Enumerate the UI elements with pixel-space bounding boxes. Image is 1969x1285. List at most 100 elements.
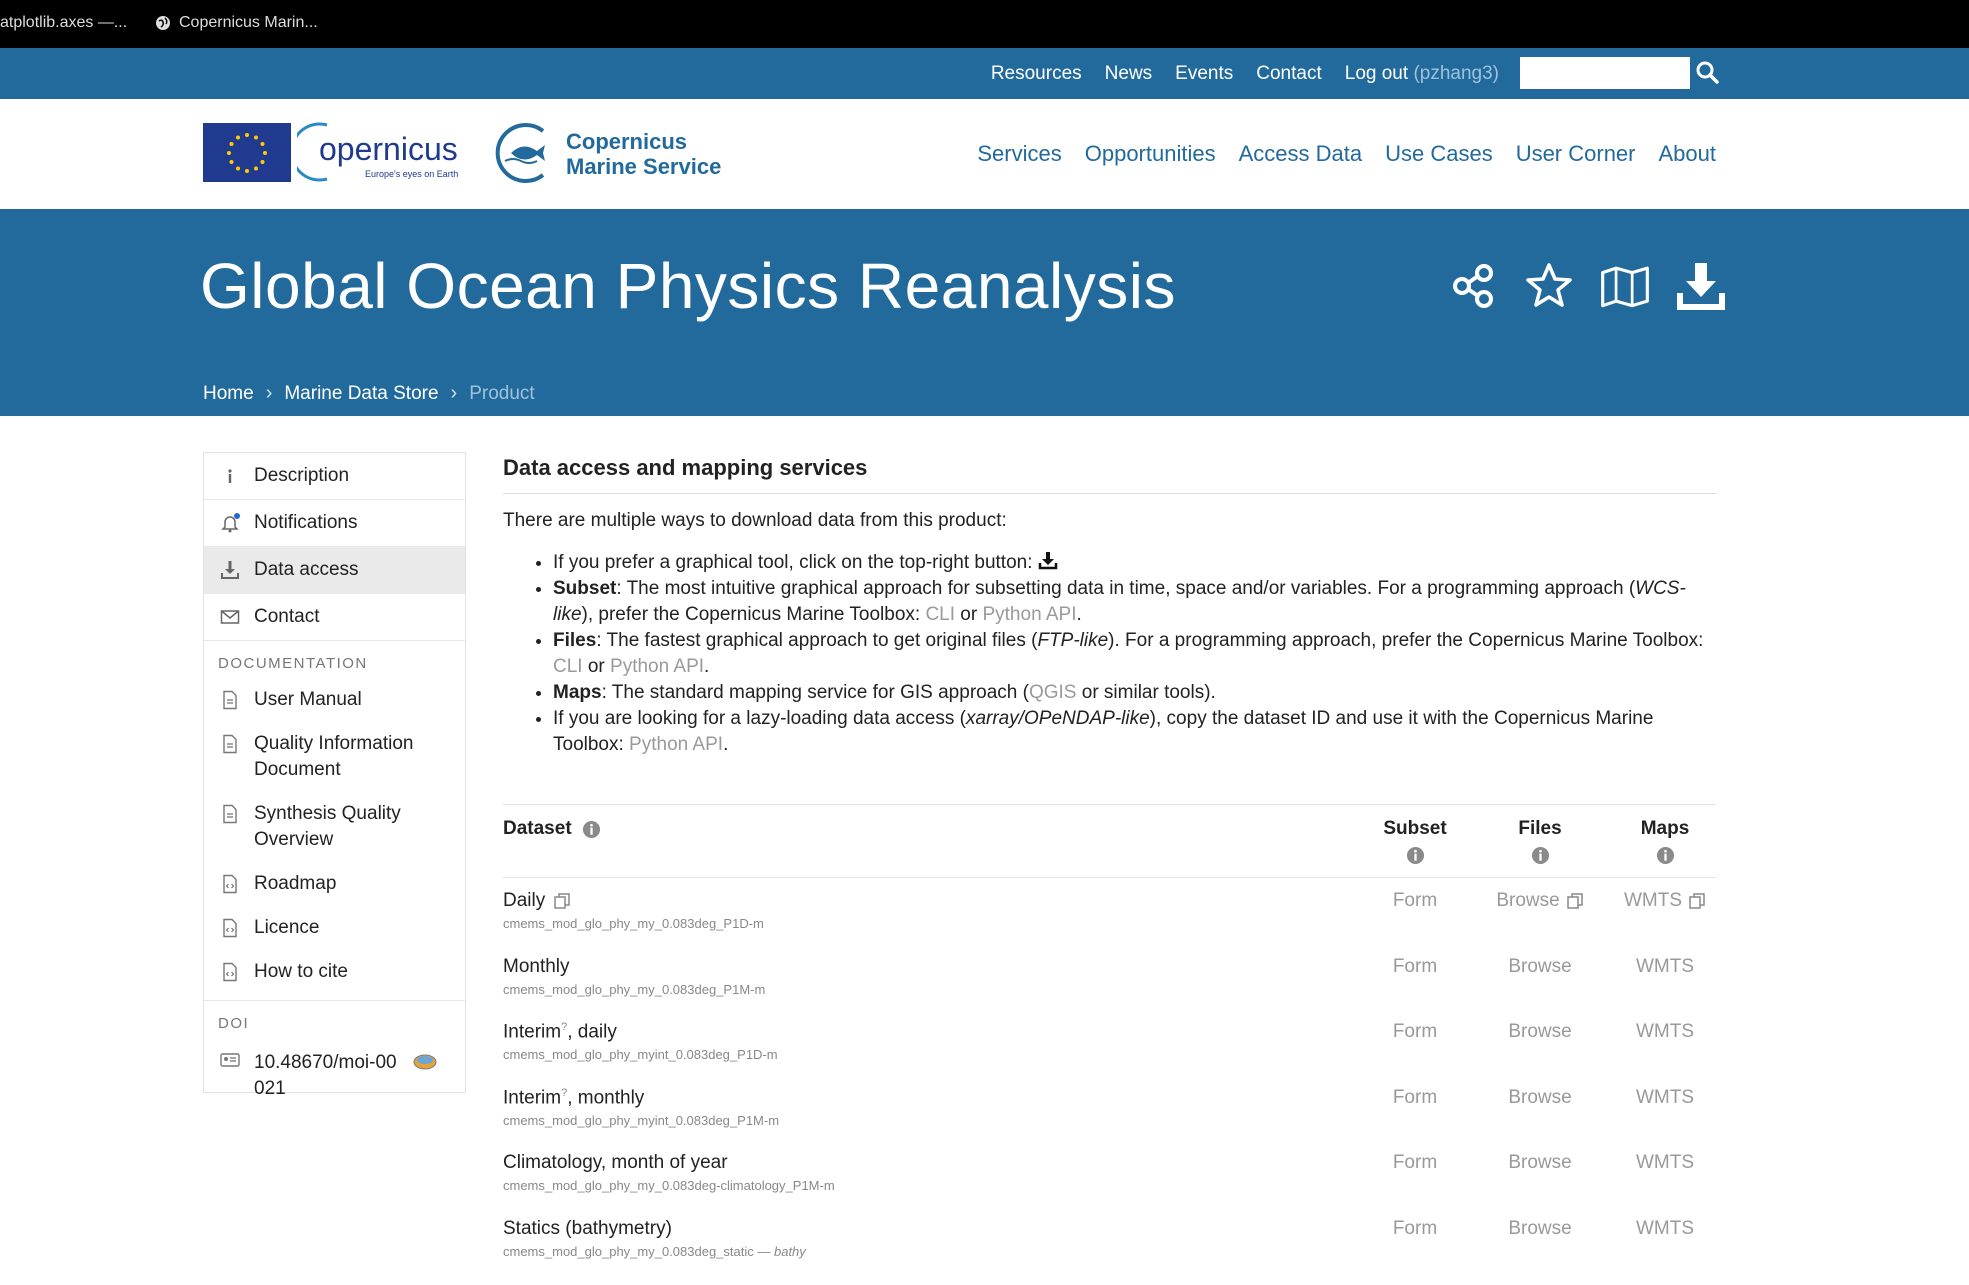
cli-link[interactable]: CLI xyxy=(925,604,955,625)
cli-link[interactable]: CLI xyxy=(553,656,583,677)
download-icon[interactable] xyxy=(1038,552,1058,570)
subset-form-link[interactable]: Form xyxy=(1365,1152,1465,1174)
copernicus-logo[interactable]: opernicus Europe's eyes on Earth xyxy=(297,117,469,187)
files-browse-link[interactable]: Browse xyxy=(1490,1087,1590,1109)
list-item: Subset: The most intuitive graphical app… xyxy=(553,576,1716,628)
doc-link-how-to-cite[interactable]: How to cite xyxy=(204,950,465,994)
nav-use-cases[interactable]: Use Cases xyxy=(1385,141,1493,167)
bullet-emphasis: FTP-like xyxy=(1037,630,1109,651)
globe-icon xyxy=(156,16,170,30)
bullet-text: If you are looking for a lazy-loading da… xyxy=(553,708,966,729)
star-icon[interactable] xyxy=(1524,261,1574,311)
utility-link-resources[interactable]: Resources xyxy=(991,63,1082,85)
doc-link-licence[interactable]: Licence xyxy=(204,906,465,950)
files-browse-link[interactable]: Browse xyxy=(1490,1152,1590,1174)
table-row: Interim?, daily cmems_mod_glo_phy_myint_… xyxy=(503,1009,1716,1075)
bell-icon xyxy=(221,513,240,533)
breadcrumb-marine-data-store[interactable]: Marine Data Store xyxy=(284,383,438,405)
utility-link-contact[interactable]: Contact xyxy=(1256,63,1321,85)
table-row: Climatology, month of year cmems_mod_glo… xyxy=(503,1140,1716,1206)
sidebar-item-data-access[interactable]: Data access xyxy=(204,547,465,594)
nav-user-corner[interactable]: User Corner xyxy=(1516,141,1636,167)
sidebar-item-description[interactable]: Description xyxy=(204,453,465,500)
nav-about[interactable]: About xyxy=(1659,141,1717,167)
chevron-right-icon: › xyxy=(450,382,458,404)
username: (pzhang3) xyxy=(1413,63,1499,84)
doi-value[interactable]: 10.48670/moi-00021 xyxy=(254,1050,404,1102)
info-icon[interactable] xyxy=(1656,846,1675,865)
doi-logo-icon[interactable] xyxy=(412,1052,438,1072)
files-browse-link[interactable]: Browse xyxy=(1490,890,1590,912)
subset-form-link[interactable]: Form xyxy=(1365,956,1465,978)
breadcrumb: Home › Marine Data Store › Product xyxy=(203,382,535,405)
files-browse-link[interactable]: Browse xyxy=(1490,1218,1590,1240)
envelope-icon xyxy=(220,610,240,624)
nav-access-data[interactable]: Access Data xyxy=(1239,141,1363,167)
nav-services[interactable]: Services xyxy=(977,141,1061,167)
dataset-name: Climatology, month of year xyxy=(503,1152,728,1174)
dataset-name-label: Statics (bathymetry) xyxy=(503,1217,672,1239)
utility-link-events[interactable]: Events xyxy=(1175,63,1233,85)
dataset-name-label: Climatology, month of year xyxy=(503,1152,728,1174)
files-browse-link[interactable]: Browse xyxy=(1490,956,1590,978)
subset-form-link[interactable]: Form xyxy=(1365,1218,1465,1240)
product-sidebar: Description Notifications Data access Co… xyxy=(203,452,466,1099)
search-input[interactable] xyxy=(1520,57,1690,89)
logout-link[interactable]: Log out (pzhang3) xyxy=(1345,63,1499,85)
python-api-link[interactable]: Python API xyxy=(629,734,723,755)
utility-link-news[interactable]: News xyxy=(1105,63,1153,85)
cell-label: Browse xyxy=(1508,1086,1572,1108)
utility-nav: Resources News Events Contact Log out (p… xyxy=(991,63,1499,85)
dataset-name: Daily xyxy=(503,890,571,912)
python-api-link[interactable]: Python API xyxy=(610,656,704,677)
files-browse-link[interactable]: Browse xyxy=(1490,1021,1590,1043)
doc-link-user-manual[interactable]: User Manual xyxy=(204,678,465,722)
subset-form-link[interactable]: Form xyxy=(1365,1021,1465,1043)
documentation-list: User Manual Quality Information Document… xyxy=(204,678,465,1001)
dataset-name: Interim?, monthly xyxy=(503,1087,644,1109)
browser-tab[interactable]: Copernicus Marin... xyxy=(155,14,318,32)
map-icon[interactable] xyxy=(1600,261,1650,311)
eu-flag-logo[interactable] xyxy=(203,123,291,182)
nav-opportunities[interactable]: Opportunities xyxy=(1085,141,1216,167)
maps-wmts-link[interactable]: WMTS xyxy=(1615,1087,1715,1109)
copy-icon[interactable] xyxy=(1688,892,1706,910)
search-icon[interactable] xyxy=(1695,59,1721,87)
dataset-name-label: Daily xyxy=(503,890,546,911)
marine-service-logo[interactable] xyxy=(493,121,555,185)
document-icon xyxy=(223,804,237,824)
main-nav: Services Opportunities Access Data Use C… xyxy=(977,141,1716,167)
bullet-text: ), prefer the Copernicus Marine Toolbox: xyxy=(581,604,926,625)
code-file-icon xyxy=(223,874,237,894)
maps-wmts-link[interactable]: WMTS xyxy=(1615,956,1715,978)
bullet-text: : The fastest graphical approach to get … xyxy=(596,630,1038,651)
download-icon[interactable] xyxy=(1676,261,1726,311)
cell-label: Form xyxy=(1392,890,1438,911)
maps-wmts-link[interactable]: WMTS xyxy=(1615,1218,1715,1240)
page-title: Global Ocean Physics Reanalysis xyxy=(200,250,1176,322)
copy-icon[interactable] xyxy=(1566,892,1584,910)
qgis-link[interactable]: QGIS xyxy=(1029,682,1077,703)
info-icon[interactable] xyxy=(1406,846,1425,865)
browser-tab[interactable]: atplotlib.axes —... xyxy=(0,14,127,32)
copy-icon[interactable] xyxy=(553,892,571,910)
cell-label: Form xyxy=(1392,1152,1438,1174)
python-api-link[interactable]: Python API xyxy=(982,604,1076,625)
subset-form-link[interactable]: Form xyxy=(1365,890,1465,912)
list-item: Maps: The standard mapping service for G… xyxy=(553,680,1716,706)
intro-text: There are multiple ways to download data… xyxy=(503,510,1007,531)
info-icon[interactable] xyxy=(582,820,601,839)
maps-wmts-link[interactable]: WMTS xyxy=(1615,1021,1715,1043)
breadcrumb-home[interactable]: Home xyxy=(203,383,254,405)
maps-wmts-link[interactable]: WMTS xyxy=(1615,890,1715,912)
doc-link-roadmap[interactable]: Roadmap xyxy=(204,862,465,906)
sidebar-item-contact[interactable]: Contact xyxy=(204,594,465,641)
cell-label: WMTS xyxy=(1635,1152,1695,1174)
subset-form-link[interactable]: Form xyxy=(1365,1087,1465,1109)
doc-link-synthesis-quality[interactable]: Synthesis Quality Overview xyxy=(204,792,465,862)
maps-wmts-link[interactable]: WMTS xyxy=(1615,1152,1715,1174)
share-icon[interactable] xyxy=(1448,261,1498,311)
info-icon[interactable] xyxy=(1531,846,1550,865)
sidebar-item-notifications[interactable]: Notifications xyxy=(204,500,465,547)
doc-link-quality-information[interactable]: Quality Information Document xyxy=(204,722,465,792)
